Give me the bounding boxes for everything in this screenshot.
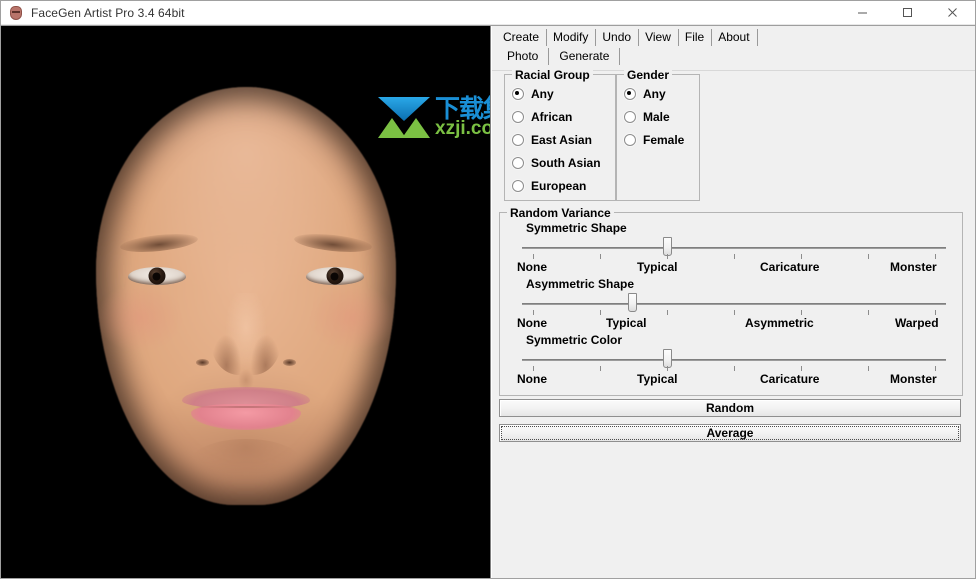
radio-label-any: Any bbox=[531, 86, 554, 101]
radio-row-female[interactable]: Female bbox=[617, 128, 699, 151]
random-variance-legend: Random Variance bbox=[507, 206, 614, 220]
face-viewport[interactable]: 下载集 xzji.com bbox=[1, 26, 491, 578]
radio-label-male: Male bbox=[643, 109, 670, 124]
radio-icon-any[interactable] bbox=[512, 87, 524, 100]
slider-label-symcolor-none: None bbox=[517, 372, 547, 386]
slider-thumb-asymmetric-shape[interactable] bbox=[628, 293, 637, 312]
main-content: 下载集 xzji.com Create Modify Undo View Fil… bbox=[1, 25, 975, 578]
tab-photo[interactable]: Photo bbox=[497, 48, 550, 65]
radio-row-male[interactable]: Male bbox=[617, 105, 699, 128]
radio-row-any[interactable]: Any bbox=[505, 82, 615, 105]
eye-right bbox=[305, 265, 364, 287]
radio-icon-european[interactable] bbox=[512, 179, 524, 192]
app-icon bbox=[8, 5, 24, 21]
average-button[interactable]: Average bbox=[499, 424, 961, 442]
racial-group-box: Racial Group Any African East Asian Sout… bbox=[504, 68, 616, 201]
window-title: FaceGen Artist Pro 3.4 64bit bbox=[31, 5, 185, 20]
racial-group-legend: Racial Group bbox=[512, 68, 593, 82]
random-variance-group-box: Random Variance Symmetric Shape None Typ… bbox=[499, 206, 963, 396]
slider-symmetric-color[interactable]: Symmetric Color None Typical Caricature … bbox=[500, 333, 962, 391]
close-button[interactable] bbox=[930, 1, 975, 24]
cheek-right bbox=[307, 283, 396, 353]
slider-track-symmetric-shape[interactable] bbox=[522, 247, 946, 249]
radio-icon-gender-any[interactable] bbox=[624, 87, 636, 100]
slider-title-symmetric-color: Symmetric Color bbox=[526, 333, 623, 347]
menu-item-view[interactable]: View bbox=[639, 29, 679, 46]
radio-icon-south-asian[interactable] bbox=[512, 156, 524, 169]
slider-label-symcolor-caricature: Caricature bbox=[760, 372, 820, 386]
slider-track-symmetric-color[interactable] bbox=[522, 359, 946, 361]
random-button-label: Random bbox=[706, 401, 754, 415]
random-button[interactable]: Random bbox=[499, 399, 961, 417]
radio-row-gender-any[interactable]: Any bbox=[617, 82, 699, 105]
face-render bbox=[66, 87, 426, 517]
watermark-chinese: 下载集 bbox=[435, 94, 490, 123]
menu-item-file[interactable]: File bbox=[679, 29, 713, 46]
radio-label-european: European bbox=[531, 178, 587, 193]
minimize-button[interactable] bbox=[840, 1, 885, 24]
average-button-label: Average bbox=[706, 426, 754, 440]
radio-label-african: African bbox=[531, 109, 573, 124]
slider-asymmetric-shape[interactable]: Asymmetric Shape None Typical Asymmetric… bbox=[500, 277, 962, 335]
radio-icon-male[interactable] bbox=[624, 110, 636, 123]
radio-label-gender-any: Any bbox=[643, 86, 666, 101]
radio-icon-female[interactable] bbox=[624, 133, 636, 146]
radio-row-european[interactable]: European bbox=[505, 174, 615, 197]
slider-label-symshape-typical: Typical bbox=[637, 260, 678, 274]
slider-label-symshape-monster: Monster bbox=[890, 260, 937, 274]
radio-icon-african[interactable] bbox=[512, 110, 524, 123]
app-window: FaceGen Artist Pro 3.4 64bit 下载 xzji.c C… bbox=[0, 0, 976, 579]
slider-label-symshape-none: None bbox=[517, 260, 547, 274]
menu-item-about[interactable]: About bbox=[712, 29, 758, 46]
slider-label-symcolor-monster: Monster bbox=[890, 372, 937, 386]
slider-track-asymmetric-shape[interactable] bbox=[522, 303, 946, 305]
slider-label-symcolor-typical: Typical bbox=[637, 372, 678, 386]
watermark-site: xzji.com bbox=[435, 118, 490, 139]
radio-row-east-asian[interactable]: East Asian bbox=[505, 128, 615, 151]
control-panel: Create Modify Undo View File About Photo… bbox=[491, 26, 975, 578]
radio-label-female: Female bbox=[643, 132, 685, 147]
chin bbox=[190, 439, 301, 483]
cheek-left bbox=[95, 283, 184, 353]
window-controls bbox=[840, 1, 975, 24]
title-bar: FaceGen Artist Pro 3.4 64bit bbox=[1, 1, 975, 25]
slider-label-symshape-caricature: Caricature bbox=[760, 260, 820, 274]
menu-item-undo[interactable]: Undo bbox=[596, 29, 640, 46]
gender-legend: Gender bbox=[624, 68, 673, 82]
gender-group-box: Gender Any Male Female bbox=[616, 68, 700, 201]
menu-bar: Create Modify Undo View File About bbox=[497, 29, 758, 46]
tab-generate[interactable]: Generate bbox=[549, 48, 621, 65]
radio-row-african[interactable]: African bbox=[505, 105, 615, 128]
maximize-button[interactable] bbox=[885, 1, 930, 24]
menu-item-modify[interactable]: Modify bbox=[547, 29, 597, 46]
watermark-text: 下载集 xzji.com bbox=[435, 94, 490, 139]
nostril-right bbox=[282, 359, 296, 366]
slider-label-asymshape-typical: Typical bbox=[606, 316, 647, 330]
slider-symmetric-shape[interactable]: Symmetric Shape None Typical Caricature … bbox=[500, 221, 962, 279]
lips bbox=[181, 387, 310, 433]
slider-label-asymshape-asymmetric: Asymmetric bbox=[745, 316, 814, 330]
radio-label-east-asian: East Asian bbox=[531, 132, 592, 147]
slider-label-asymshape-warped: Warped bbox=[895, 316, 939, 330]
menu-item-create[interactable]: Create bbox=[497, 29, 548, 46]
slider-title-asymmetric-shape: Asymmetric Shape bbox=[526, 277, 635, 291]
nose bbox=[210, 293, 281, 375]
slider-label-asymshape-none: None bbox=[517, 316, 547, 330]
tab-bar: Photo Generate bbox=[497, 48, 621, 65]
slider-title-symmetric-shape: Symmetric Shape bbox=[526, 221, 627, 235]
eye-left bbox=[127, 265, 186, 287]
radio-icon-east-asian[interactable] bbox=[512, 133, 524, 146]
radio-row-south-asian[interactable]: South Asian bbox=[505, 151, 615, 174]
radio-label-south-asian: South Asian bbox=[531, 155, 601, 170]
nostril-left bbox=[195, 359, 209, 366]
